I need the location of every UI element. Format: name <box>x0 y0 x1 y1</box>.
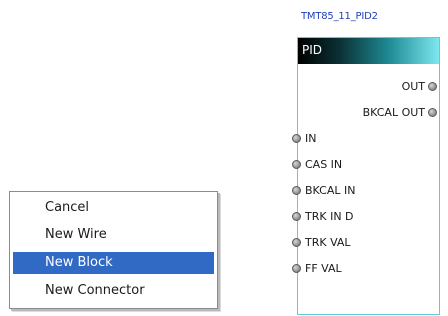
port-out[interactable]: OUT <box>402 79 437 93</box>
port-label: OUT <box>401 79 425 93</box>
port-bkcal-in[interactable]: BKCAL IN <box>292 183 355 197</box>
block-header-label: PID <box>302 43 323 57</box>
port-label: TRK IN D <box>305 209 354 223</box>
connector-circle-icon[interactable] <box>428 107 437 117</box>
port-label: BKCAL OUT <box>362 105 425 119</box>
port-label: BKCAL IN <box>305 183 356 197</box>
port-ff-val[interactable]: FF VAL <box>292 261 342 275</box>
port-label: FF VAL <box>305 261 342 275</box>
block-header[interactable]: PID <box>298 38 439 64</box>
port-in[interactable]: IN <box>292 131 316 145</box>
menu-item-new-wire[interactable]: New Wire <box>13 224 214 246</box>
connector-circle-icon[interactable] <box>292 211 301 221</box>
connector-circle-icon[interactable] <box>292 185 301 195</box>
port-label: CAS IN <box>305 157 343 171</box>
connector-circle-icon[interactable] <box>292 159 301 169</box>
pid-function-block[interactable]: PID OUT BKCAL OUT IN CAS IN BKCAL IN TRK… <box>292 37 440 315</box>
port-trk-val[interactable]: TRK VAL <box>292 235 351 249</box>
connector-circle-icon[interactable] <box>428 81 437 91</box>
context-menu: Cancel New Wire New Block New Connector <box>9 191 218 309</box>
port-label: IN <box>305 131 317 145</box>
menu-item-new-connector[interactable]: New Connector <box>13 280 214 302</box>
port-trk-in-d[interactable]: TRK IN D <box>292 209 354 223</box>
port-label: TRK VAL <box>305 235 351 249</box>
menu-item-new-block[interactable]: New Block <box>13 252 214 274</box>
port-bkcal-out[interactable]: BKCAL OUT <box>363 105 437 119</box>
block-title: TMT85_11_PID2 <box>301 11 378 22</box>
port-cas-in[interactable]: CAS IN <box>292 157 342 171</box>
connector-circle-icon[interactable] <box>292 263 301 273</box>
connector-circle-icon[interactable] <box>292 237 301 247</box>
connector-circle-icon[interactable] <box>292 133 301 143</box>
menu-item-cancel[interactable]: Cancel <box>13 197 214 219</box>
